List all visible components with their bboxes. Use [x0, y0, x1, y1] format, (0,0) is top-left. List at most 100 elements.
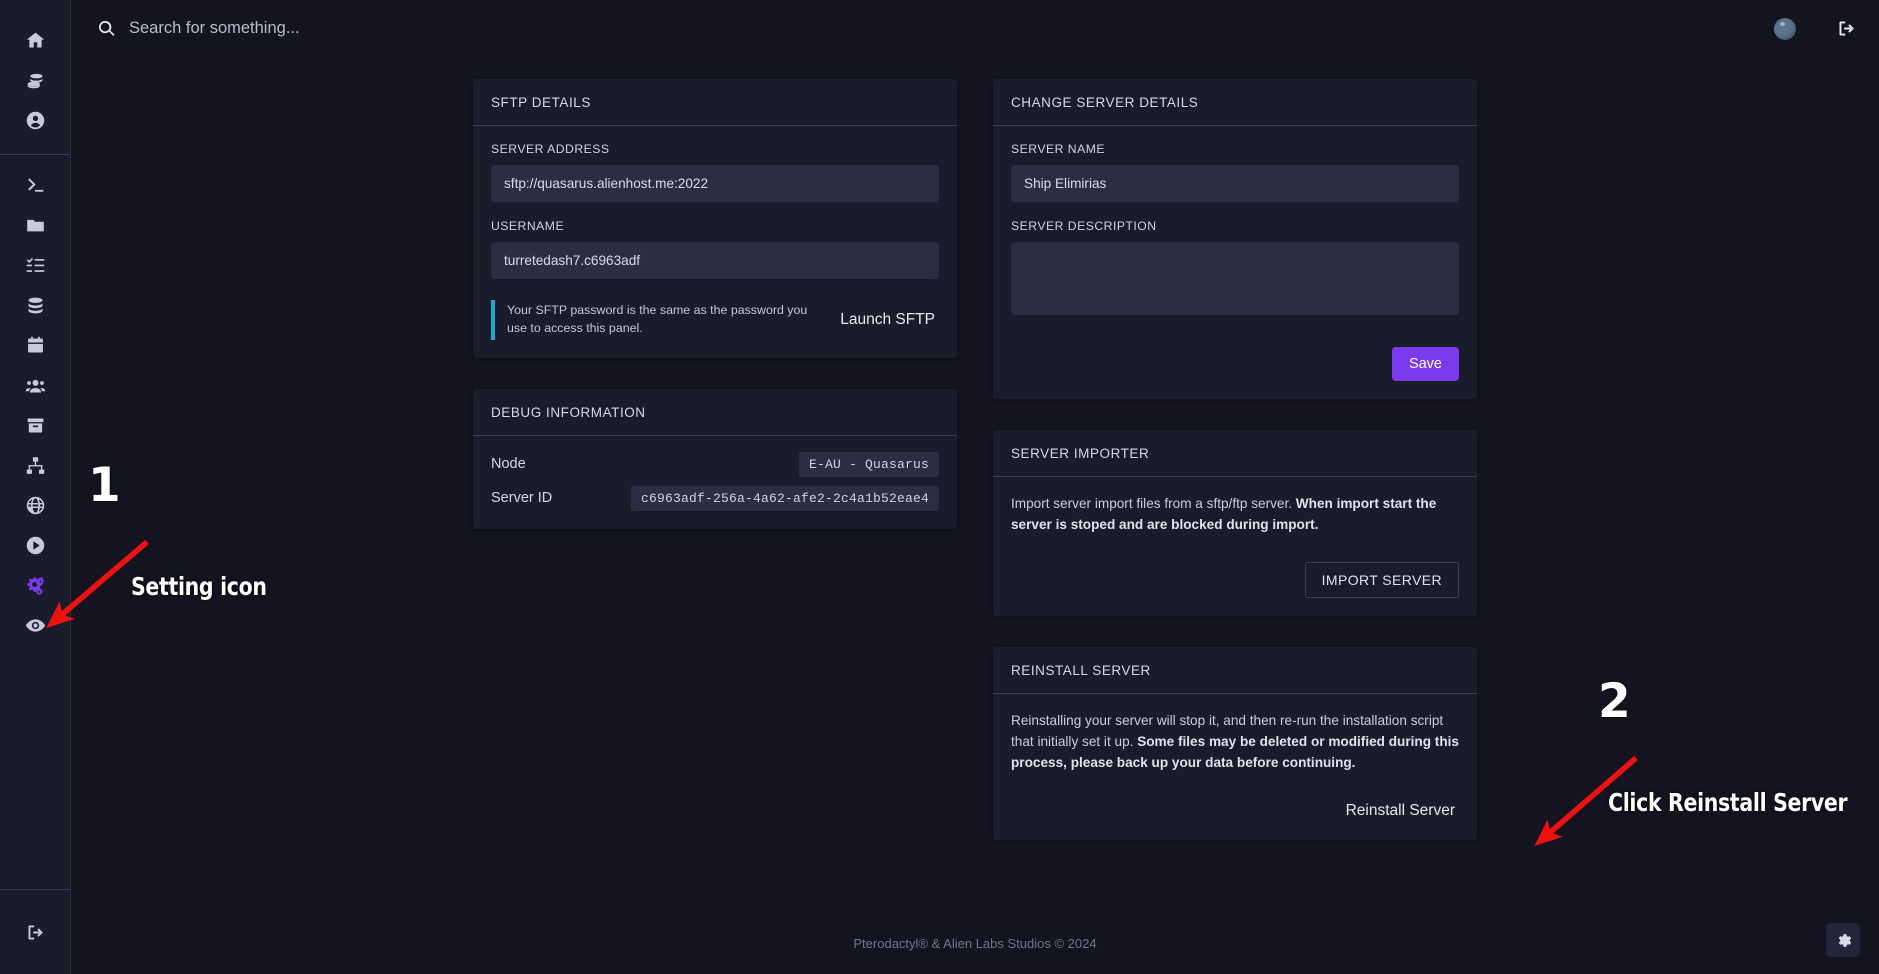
debug-information-body: Node E-AU - Quasarus Server ID c6963adf-…	[473, 436, 957, 529]
globe-icon	[25, 495, 46, 516]
main-area: SFTP Details Server Address Username You…	[71, 0, 1879, 974]
server-importer-card: Server Importer Import server import fil…	[993, 430, 1477, 617]
change-server-details-title: Change Server Details	[1011, 95, 1199, 110]
top-bar	[71, 0, 1879, 57]
avatar[interactable]	[1774, 17, 1796, 40]
import-row: IMPORT SERVER	[1011, 562, 1459, 599]
debug-key: Server ID	[491, 490, 553, 507]
app-root: SFTP Details Server Address Username You…	[0, 0, 1879, 974]
sidebar	[0, 0, 71, 974]
sidebar-divider	[0, 154, 70, 155]
server-importer-title: Server Importer	[1011, 446, 1150, 461]
right-column: Change Server Details Server Name Server…	[993, 79, 1477, 912]
reinstall-server-card: Reinstall Server Reinstalling your serve…	[993, 647, 1477, 841]
top-bar-right	[1774, 17, 1857, 40]
reinstall-server-body: Reinstalling your server will stop it, a…	[993, 694, 1477, 840]
sidebar-item-domains[interactable]	[0, 485, 71, 525]
search-input[interactable]	[129, 19, 489, 38]
sidebar-item-settings[interactable]	[0, 565, 71, 605]
server-importer-text-normal: Import server import files from a sftp/f…	[1011, 496, 1296, 511]
server-address-label: Server Address	[491, 142, 610, 156]
logout-icon	[1836, 18, 1857, 39]
save-row: Save	[1011, 347, 1459, 381]
save-button[interactable]: Save	[1391, 347, 1459, 381]
import-server-button[interactable]: IMPORT SERVER	[1304, 562, 1459, 599]
search-bar[interactable]	[97, 19, 489, 38]
change-server-details-header: Change Server Details	[993, 79, 1477, 126]
server-description-label: Server Description	[1011, 219, 1157, 233]
change-server-details-body: Server Name Server Description Save	[993, 126, 1477, 399]
sftp-notice-row: Your SFTP password is the same as the pa…	[491, 300, 939, 340]
server-address-input[interactable]	[491, 165, 939, 202]
sidebar-server-group	[0, 165, 70, 645]
play-circle-icon	[25, 535, 46, 556]
sidebar-item-activity[interactable]	[0, 605, 71, 645]
server-importer-body: Import server import files from a sftp/f…	[993, 477, 1477, 616]
sftp-details-card: SFTP Details Server Address Username You…	[473, 79, 957, 358]
sftp-username-input[interactable]	[491, 242, 939, 279]
debug-value: E-AU - Quasarus	[798, 451, 939, 477]
sidebar-item-console[interactable]	[0, 165, 71, 205]
sidebar-item-backups[interactable]	[0, 325, 71, 365]
footer-text: Pterodactyl® & Alien Labs Studios © 2024	[853, 935, 1097, 951]
sftp-details-body: Server Address Username Your SFTP passwo…	[473, 126, 957, 358]
table-row: Server ID c6963adf-256a-4a62-afe2-2c4a1b…	[491, 485, 939, 511]
calendar-icon	[25, 335, 46, 356]
sidebar-bottom-group	[0, 889, 71, 974]
gears-icon	[25, 575, 46, 596]
debug-value: c6963adf-256a-4a62-afe2-2c4a1b52eae4	[630, 485, 939, 511]
debug-information-card: Debug Information Node E-AU - Quasarus S…	[473, 388, 957, 529]
server-name-label: Server Name	[1011, 142, 1105, 156]
network-icon	[25, 455, 46, 476]
change-server-details-card: Change Server Details Server Name Server…	[993, 79, 1477, 399]
sidebar-item-files[interactable]	[0, 205, 71, 245]
reinstall-server-button[interactable]: Reinstall Server	[1342, 800, 1459, 822]
logout-icon	[25, 922, 46, 943]
sidebar-item-databases[interactable]	[0, 285, 71, 325]
table-row: Node E-AU - Quasarus	[491, 451, 939, 477]
server-name-field: Server Name	[1011, 142, 1459, 202]
sftp-username-label: Username	[491, 219, 565, 233]
debug-information-header: Debug Information	[473, 389, 957, 436]
server-address-field: Server Address	[491, 142, 939, 202]
reinstall-server-description: Reinstalling your server will stop it, a…	[1011, 710, 1459, 773]
launch-sftp-button[interactable]: Launch SFTP	[840, 311, 939, 329]
terminal-icon	[25, 175, 46, 196]
user-circle-icon	[25, 110, 46, 131]
sftp-username-field: Username	[491, 219, 939, 279]
settings-fab-button[interactable]	[1826, 923, 1860, 957]
sidebar-item-network[interactable]	[0, 445, 71, 485]
content-area: SFTP Details Server Address Username You…	[71, 57, 1879, 912]
server-description-field: Server Description	[1011, 219, 1459, 320]
users-icon	[25, 375, 46, 396]
sidebar-item-startup[interactable]	[0, 525, 71, 565]
archive-box-icon	[25, 415, 46, 436]
reinstall-server-title: Reinstall Server	[1011, 663, 1151, 679]
sidebar-item-account[interactable]	[0, 100, 71, 140]
server-importer-description: Import server import files from a sftp/f…	[1011, 493, 1459, 535]
sidebar-item-users[interactable]	[0, 365, 71, 405]
list-check-icon	[25, 255, 46, 276]
sftp-password-notice: Your SFTP password is the same as the pa…	[491, 300, 830, 340]
sftp-details-title: SFTP Details	[491, 95, 591, 110]
sidebar-item-home[interactable]	[0, 20, 71, 60]
sidebar-top-group	[0, 0, 70, 140]
footer: Pterodactyl® & Alien Labs Studios © 2024	[71, 912, 1879, 974]
sidebar-item-servers[interactable]	[0, 60, 71, 100]
sidebar-item-archive[interactable]	[0, 405, 71, 445]
left-column: SFTP Details Server Address Username You…	[473, 79, 957, 912]
sidebar-item-logout[interactable]	[0, 912, 71, 952]
search-icon	[97, 19, 116, 38]
debug-key: Node	[491, 456, 526, 473]
server-description-input[interactable]	[1011, 242, 1459, 315]
database-stack-icon	[25, 70, 46, 91]
server-importer-header: Server Importer	[993, 430, 1477, 477]
logout-button[interactable]	[1836, 18, 1857, 39]
sftp-details-header: SFTP Details	[473, 79, 957, 126]
home-icon	[25, 30, 46, 51]
reinstall-server-header: Reinstall Server	[993, 647, 1477, 695]
server-name-input[interactable]	[1011, 165, 1459, 202]
gear-icon	[1835, 932, 1852, 949]
sidebar-item-schedules[interactable]	[0, 245, 71, 285]
database-icon	[25, 295, 46, 316]
